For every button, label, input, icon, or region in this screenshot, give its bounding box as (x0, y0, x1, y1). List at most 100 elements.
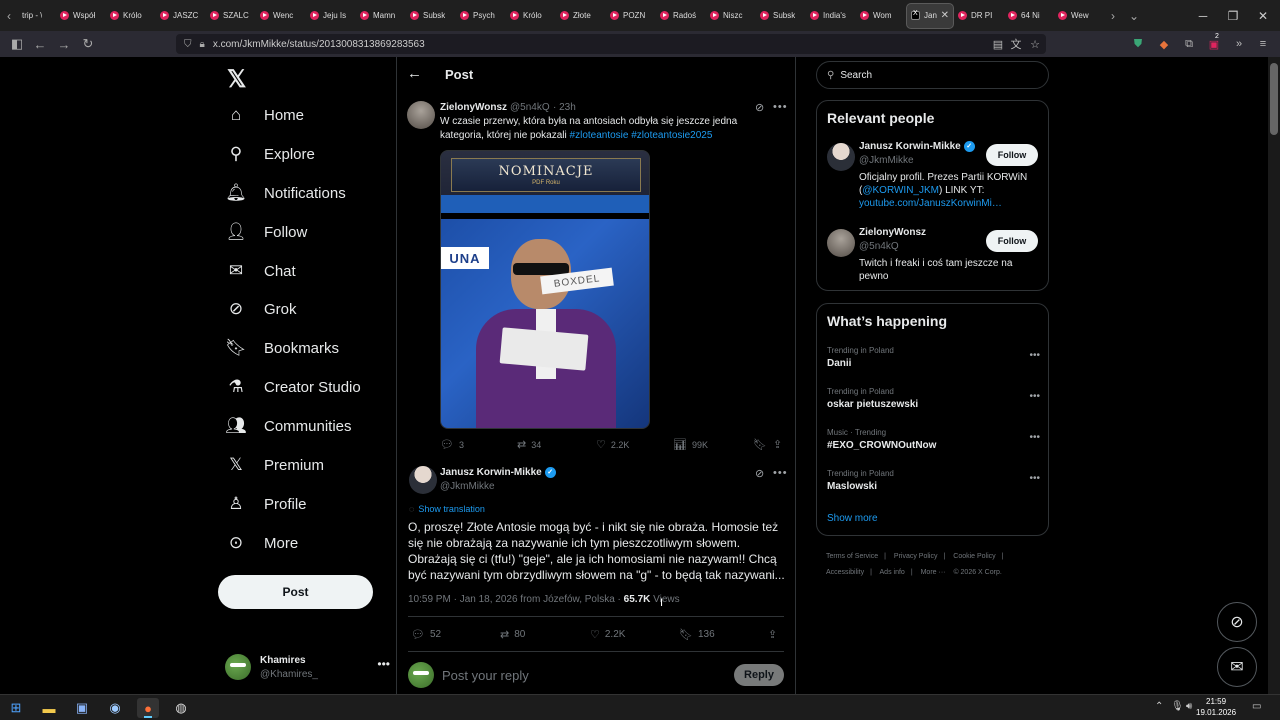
reply-input[interactable]: Post your reply (442, 668, 529, 683)
footer-link[interactable]: Accessibility (826, 569, 864, 576)
tweet-author-handle[interactable]: @5n4kQ (510, 102, 550, 113)
nav-more[interactable]: ⊙ More (225, 526, 298, 560)
more-dots-icon[interactable]: ••• (1029, 350, 1040, 361)
person-card[interactable]: Janusz Korwin-Mikke ✓ @JkmMikke Oficjalny… (827, 141, 1040, 213)
restore-icon[interactable]: ❐ (1218, 0, 1248, 31)
reload-icon[interactable]: ↻ (76, 32, 100, 56)
extension-shield-icon[interactable]: ⛊ (1130, 36, 1146, 52)
search-input[interactable]: ⚲ Search (816, 61, 1049, 89)
browser-tab[interactable]: Wew (1054, 3, 1104, 29)
tab-scroll-left-icon[interactable]: ‹ (0, 0, 18, 31)
tab-scroll-right-icon[interactable]: › (1104, 0, 1122, 31)
browser-tab[interactable]: India's (806, 3, 856, 29)
tweet-author-handle[interactable]: @JkmMikke (440, 481, 495, 492)
browser-tab[interactable]: trip - \ (18, 3, 56, 29)
microphone-icon[interactable]: 🎙︎ (1171, 701, 1184, 712)
browser-tab[interactable]: Subsk (406, 3, 456, 29)
person-card[interactable]: ZielonyWonsz @5n4kQ Twitch i freaki i co… (827, 227, 1040, 283)
grok-icon[interactable]: ⊘ (755, 101, 764, 114)
footer-link[interactable]: Privacy Policy (894, 553, 938, 560)
nav-bookmarks[interactable]: 🔖︎ Bookmarks (225, 331, 339, 365)
footer-link[interactable]: More ··· (921, 569, 946, 576)
post-button[interactable]: Post (218, 575, 373, 609)
bio-url-link[interactable]: youtube.com/JanuszKorwinMi… (859, 198, 1002, 209)
reply-action[interactable]: 💬︎ 3 (440, 438, 464, 451)
reader-view-icon[interactable]: ▤ (990, 36, 1006, 52)
views-action[interactable]: 📊︎ 99K (673, 438, 708, 451)
browser-tab[interactable]: JASZC (156, 3, 206, 29)
tweet-media-image[interactable]: NOMINACJE PDF Roku UNA BOXDEL (440, 150, 650, 429)
nav-chat[interactable]: ✉ Chat (225, 254, 296, 288)
browser-tab[interactable]: Złote (556, 3, 606, 29)
volume-icon[interactable]: 🔊︎ (1186, 701, 1192, 712)
share-action[interactable]: ⇪ (768, 628, 782, 641)
nav-grok[interactable]: ⊘ Grok (225, 292, 297, 326)
nav-explore[interactable]: ⚲ Explore (225, 137, 315, 171)
account-switcher[interactable]: Khamires @Khamires_ ••• (225, 647, 390, 687)
more-dots-icon[interactable]: ••• (377, 657, 390, 671)
trend-item[interactable]: Music · Trending #EXO_CROWNOutNow ••• (827, 428, 1040, 464)
avatar[interactable] (407, 101, 435, 129)
bookmark-star-icon[interactable]: ☆ (1027, 36, 1043, 52)
extensions-puzzle-icon[interactable]: ⧉ (1181, 36, 1197, 52)
nav-profile[interactable]: ♙ Profile (225, 487, 306, 521)
browser-tab[interactable]: Królo (106, 3, 156, 29)
browser-tab[interactable]: Współ (56, 3, 106, 29)
bookmark-action[interactable]: 🔖︎ (753, 438, 772, 451)
browser-tab[interactable]: SZALC (206, 3, 256, 29)
more-dots-icon[interactable]: ••• (1029, 391, 1040, 402)
show-translation-link[interactable]: ◌ Show translation (409, 504, 485, 514)
browser-tab[interactable]: Radoś (656, 3, 706, 29)
tweet-author-name[interactable]: ZielonyWonsz (440, 102, 507, 113)
nav-premium[interactable]: 𝕏 Premium (225, 448, 324, 482)
more-dots-icon[interactable]: ••• (773, 101, 788, 113)
browser-tab[interactable]: Mamn (356, 3, 406, 29)
browser-tab[interactable]: Wenc (256, 3, 306, 29)
show-more-link[interactable]: Show more (827, 513, 878, 524)
x-logo-icon[interactable]: 𝕏 (227, 65, 246, 94)
share-action[interactable]: ⇪ (773, 438, 787, 451)
hashtag-link[interactable]: #zloteantosie2025 (631, 130, 712, 141)
browser-tab-active[interactable]: Jan✕ (906, 2, 954, 29)
follow-button[interactable]: Follow (986, 144, 1038, 166)
trend-item[interactable]: Trending in Poland Danii ••• (827, 346, 1040, 382)
tweet-timestamp[interactable]: 10:59 PM · Jan 18, 2026 from Józefów, Po… (408, 594, 624, 605)
translate-icon[interactable]: 文 (1008, 36, 1024, 52)
scrollbar-thumb[interactable] (1270, 63, 1278, 135)
person-name[interactable]: ZielonyWonsz (859, 227, 926, 238)
nav-creator-studio[interactable]: ⚗ Creator Studio (225, 370, 360, 404)
notification-center-icon[interactable]: ▭ (1252, 701, 1261, 712)
repost-action[interactable]: ⇄ 34 (517, 438, 541, 451)
close-window-icon[interactable]: ✕ (1248, 0, 1278, 31)
footer-link[interactable]: Cookie Policy (953, 553, 995, 560)
url-bar[interactable]: ⛉ 🔒︎ x.com/JkmMikke/status/2013008313869… (176, 34, 1046, 54)
steam-icon[interactable]: ◉ (104, 698, 126, 718)
browser-tab[interactable]: 64 Ni (1004, 3, 1054, 29)
person-name[interactable]: Janusz Korwin-Mikke ✓ (859, 141, 975, 152)
nav-home[interactable]: ⌂ Home (225, 98, 304, 132)
file-explorer-icon[interactable]: ▬ (38, 698, 60, 718)
more-dots-icon[interactable]: ••• (1029, 473, 1040, 484)
nav-follow[interactable]: 👤︎ Follow (225, 215, 307, 249)
avatar[interactable] (409, 466, 437, 494)
browser-tab[interactable]: Subsk (756, 3, 806, 29)
overflow-chevron-icon[interactable]: » (1231, 36, 1247, 52)
clock[interactable]: 21:59 19.01.2026 (1196, 696, 1236, 718)
like-action[interactable]: ♡ 2.2K (590, 628, 625, 641)
grok-fab-icon[interactable]: ⊘ (1217, 602, 1257, 642)
browser-tab[interactable]: Jeju Is (306, 3, 356, 29)
reply-button[interactable]: Reply (734, 664, 784, 686)
sidebar-toggle-icon[interactable]: ◧ (5, 32, 29, 56)
more-dots-icon[interactable]: ••• (1029, 432, 1040, 443)
extension-fox-icon[interactable]: ◆ (1156, 36, 1172, 52)
page-scrollbar[interactable] (1268, 57, 1280, 694)
firefox-icon[interactable]: ● (137, 698, 159, 718)
tweet-time[interactable]: · 23h (553, 102, 576, 113)
windows-start-icon[interactable]: ⊞ (5, 698, 27, 718)
bookmark-action[interactable]: 🔖︎ 136 (679, 628, 715, 641)
forward-icon[interactable]: → (52, 32, 76, 56)
grok-icon[interactable]: ⊘ (755, 467, 764, 480)
avatar[interactable] (827, 229, 855, 257)
hashtag-link[interactable]: #zloteantosie (570, 130, 629, 141)
footer-link[interactable]: Terms of Service (826, 553, 878, 560)
